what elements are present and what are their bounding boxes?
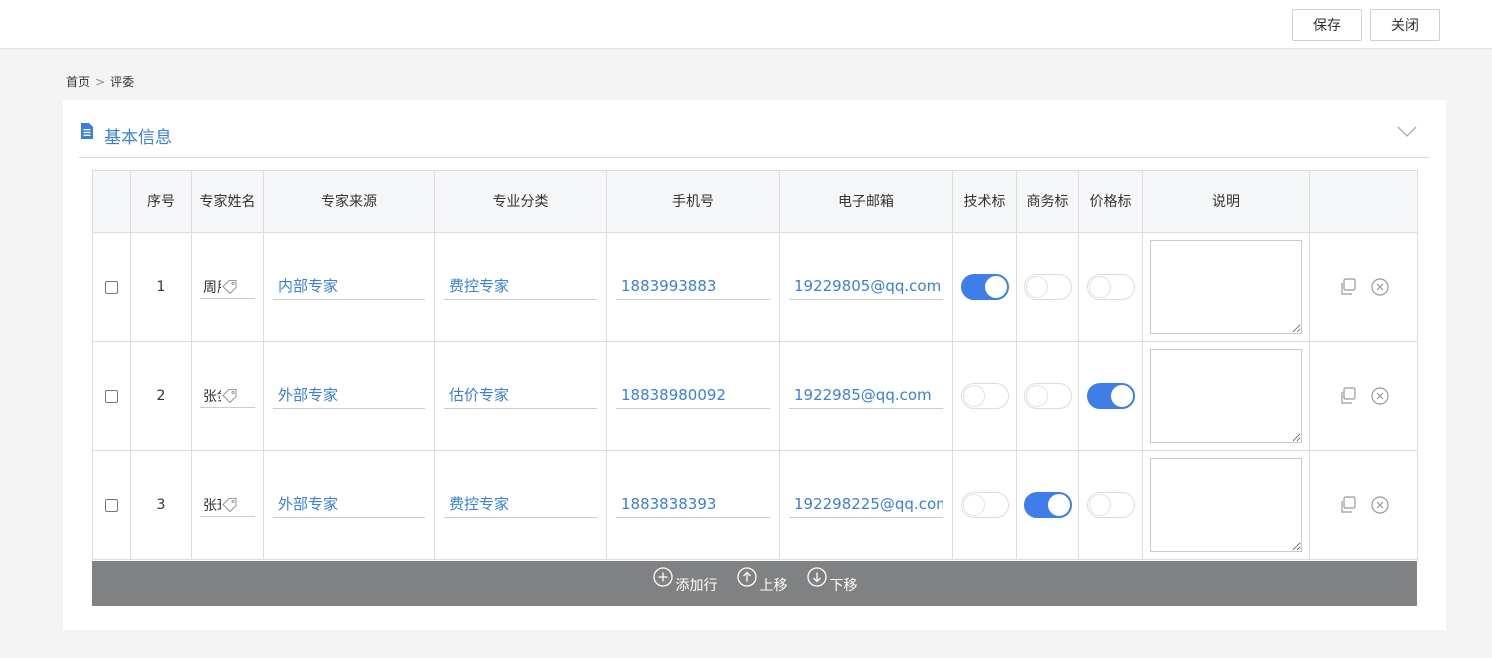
breadcrumb-home[interactable]: 首页 xyxy=(66,73,90,90)
name-input[interactable]: 周朋 xyxy=(200,275,255,299)
name-input[interactable]: 张珏 xyxy=(200,493,255,517)
copy-icon[interactable] xyxy=(1338,495,1358,515)
name-value: 周朋 xyxy=(203,279,221,296)
business-toggle[interactable] xyxy=(1023,492,1072,518)
header-index: 序号 xyxy=(130,170,192,233)
tag-icon[interactable] xyxy=(221,279,239,295)
header-tech: 技术标 xyxy=(952,170,1017,233)
add-row-label: 添加行 xyxy=(675,577,718,594)
save-button[interactable]: 保存 xyxy=(1292,9,1362,41)
tech-toggle[interactable] xyxy=(960,274,1009,300)
business-toggle[interactable] xyxy=(1023,383,1072,409)
tag-icon[interactable] xyxy=(221,388,239,404)
move-up-button[interactable]: 上移 xyxy=(736,566,788,595)
category-field[interactable]: 费控专家 xyxy=(444,274,597,300)
header-select xyxy=(92,170,131,233)
close-button[interactable]: 关闭 xyxy=(1370,9,1440,41)
copy-icon[interactable] xyxy=(1338,386,1358,406)
price-toggle[interactable] xyxy=(1086,274,1135,300)
row-checkbox[interactable] xyxy=(105,498,118,512)
source-field[interactable]: 外部专家 xyxy=(273,383,425,409)
top-toolbar: 保存 关闭 xyxy=(0,0,1492,49)
note-textarea[interactable] xyxy=(1150,349,1302,443)
phone-field[interactable]: 18838980092 xyxy=(616,383,770,409)
expert-table: 序号 专家姓名 专家来源 专业分类 手机号 电子邮箱 技术标 商务标 价格标 说… xyxy=(92,170,1418,560)
note-textarea[interactable] xyxy=(1150,240,1302,334)
note-textarea[interactable] xyxy=(1150,458,1302,552)
table-row: 1 周朋 内部专家 费控专家 1883993883 19229805@qq.co… xyxy=(92,232,1418,342)
price-toggle[interactable] xyxy=(1086,492,1135,518)
table-header-row: 序号 专家姓名 专家来源 专业分类 手机号 电子邮箱 技术标 商务标 价格标 说… xyxy=(92,170,1418,233)
close-circle-icon[interactable] xyxy=(1370,495,1390,515)
row-checkbox[interactable] xyxy=(105,389,118,403)
row-index: 2 xyxy=(130,341,192,451)
price-toggle[interactable] xyxy=(1086,383,1135,409)
table-row: 3 张珏 外部专家 费控专家 1883838393 192298225@qq.c… xyxy=(92,450,1418,560)
arrow-down-circle-icon xyxy=(806,566,827,587)
move-down-label: 下移 xyxy=(829,577,858,594)
header-name: 专家姓名 xyxy=(191,170,264,233)
move-down-button[interactable]: 下移 xyxy=(806,566,858,595)
header-note: 说明 xyxy=(1142,170,1310,233)
table-footer-bar: 添加行 上移 下移 xyxy=(92,561,1417,606)
source-field[interactable]: 内部专家 xyxy=(273,274,425,300)
close-circle-icon[interactable] xyxy=(1370,277,1390,297)
header-price: 价格标 xyxy=(1078,170,1143,233)
document-icon xyxy=(81,123,93,139)
tech-toggle[interactable] xyxy=(960,492,1009,518)
header-actions xyxy=(1309,170,1418,233)
header-category: 专业分类 xyxy=(434,170,607,233)
row-index: 3 xyxy=(130,450,192,560)
category-field[interactable]: 估价专家 xyxy=(444,383,597,409)
email-field[interactable]: 19229805@qq.com xyxy=(789,274,943,300)
section-title: 基本信息 xyxy=(104,128,172,148)
tag-icon[interactable] xyxy=(221,497,239,513)
category-field[interactable]: 费控专家 xyxy=(444,492,597,518)
move-up-label: 上移 xyxy=(759,577,788,594)
name-input[interactable]: 张剑 xyxy=(200,384,255,408)
header-phone: 手机号 xyxy=(606,170,780,233)
email-field[interactable]: 192298225@qq.com xyxy=(789,492,943,518)
panel-header: 基本信息 xyxy=(79,100,1429,158)
copy-icon[interactable] xyxy=(1338,277,1358,297)
header-business: 商务标 xyxy=(1016,170,1079,233)
add-row-button[interactable]: 添加行 xyxy=(652,566,718,595)
source-field[interactable]: 外部专家 xyxy=(273,492,425,518)
name-value: 张剑 xyxy=(203,388,221,405)
tech-toggle[interactable] xyxy=(960,383,1009,409)
row-index: 1 xyxy=(130,232,192,342)
row-checkbox[interactable] xyxy=(105,280,118,294)
phone-field[interactable]: 1883993883 xyxy=(616,274,770,300)
table-row: 2 张剑 外部专家 估价专家 18838980092 1922985@qq.co… xyxy=(92,341,1418,451)
breadcrumb-separator: > xyxy=(95,74,106,89)
chevron-down-icon[interactable] xyxy=(1397,124,1417,138)
name-value: 张珏 xyxy=(203,497,221,514)
arrow-up-circle-icon xyxy=(736,566,757,587)
email-field[interactable]: 1922985@qq.com xyxy=(789,383,943,409)
header-source: 专家来源 xyxy=(263,170,435,233)
breadcrumb-current: 评委 xyxy=(110,75,135,89)
close-circle-icon[interactable] xyxy=(1370,386,1390,406)
header-email: 电子邮箱 xyxy=(779,170,953,233)
business-toggle[interactable] xyxy=(1023,274,1072,300)
basic-info-panel: 基本信息 序号 专家姓名 专家来源 专业分类 手机号 电子邮箱 技术标 商务标 … xyxy=(63,100,1446,630)
phone-field[interactable]: 1883838393 xyxy=(616,492,770,518)
breadcrumb: 首页 > 评委 xyxy=(66,73,134,90)
plus-circle-icon xyxy=(652,566,673,587)
